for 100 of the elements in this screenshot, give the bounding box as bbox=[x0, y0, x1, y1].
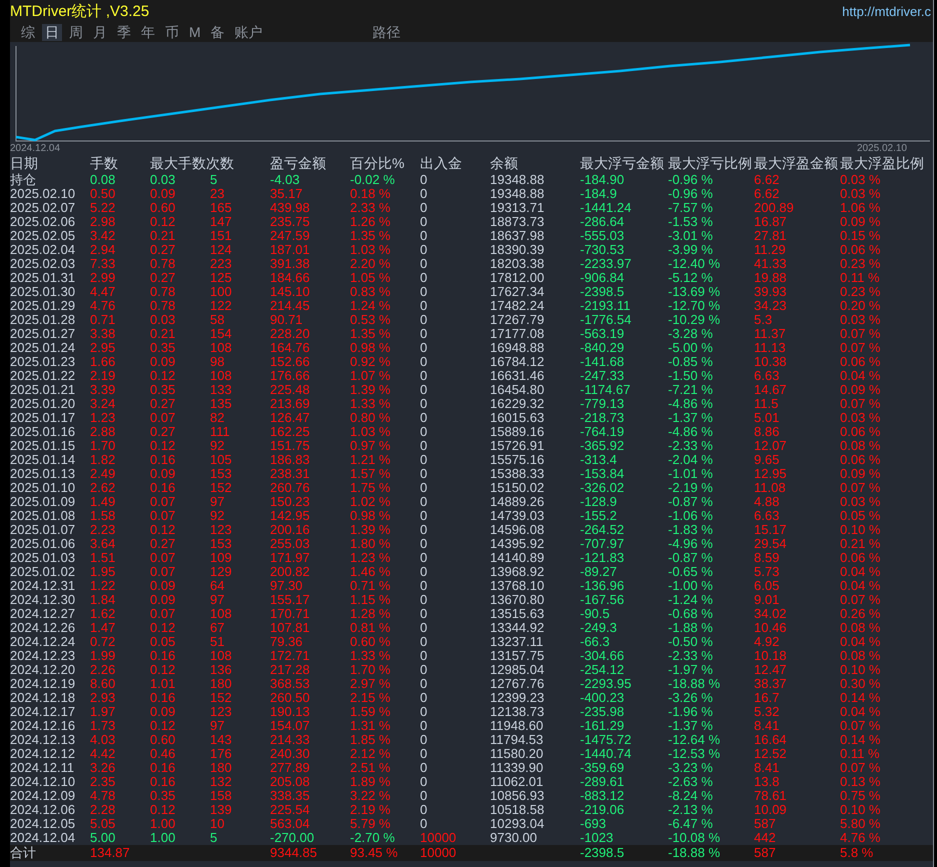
table-cell-text: 7.33 bbox=[90, 257, 116, 271]
table-cell-text: 4.03 bbox=[90, 733, 116, 747]
table-cell-text: -121.83 bbox=[580, 551, 626, 565]
table-cell-text: 154 bbox=[210, 327, 233, 341]
table-cell-text: 0.09 % bbox=[840, 383, 882, 397]
tab-button[interactable]: 日 bbox=[42, 24, 62, 40]
tab-button[interactable]: 月 bbox=[90, 24, 110, 40]
table-cell-text: 13344.92 bbox=[490, 621, 546, 635]
table-cell-text: 13237.11 bbox=[490, 635, 544, 649]
table-cell-text: 0.07 % bbox=[840, 397, 882, 411]
table-cell-text: 5.32 bbox=[754, 705, 780, 719]
table-cell-text: 0.71 bbox=[90, 313, 116, 327]
table-cell-text: 2.99 bbox=[90, 271, 116, 285]
table-cell-text: 13968.92 bbox=[490, 565, 546, 579]
table-cell-text: 82 bbox=[210, 411, 226, 425]
table-cell-text: 122 bbox=[210, 299, 233, 313]
table-cell-text: -128.9 bbox=[580, 495, 618, 509]
column-header: 最大浮亏金额 bbox=[580, 155, 665, 173]
table-cell-text: 247.59 bbox=[270, 229, 311, 243]
table-cell-text: 0.09 % bbox=[840, 467, 882, 481]
table-cell-text: 0 bbox=[420, 187, 428, 201]
table-cell-text: 0.10 % bbox=[840, 523, 882, 537]
table-cell-text: 0 bbox=[420, 789, 428, 803]
table-cell-text: 16.7 bbox=[754, 691, 780, 705]
table-cell-text: 1.73 bbox=[90, 719, 116, 733]
table-cell-text: 17177.08 bbox=[490, 327, 546, 341]
table-cell-text: -840.29 bbox=[580, 341, 626, 355]
table-cell-text: 0.10 % bbox=[840, 803, 882, 817]
table-cell-text: 1.06 % bbox=[840, 201, 882, 215]
table-cell-text: -313.4 bbox=[580, 453, 618, 467]
table-cell-text: 92 bbox=[210, 509, 226, 523]
table-cell-text: -730.53 bbox=[580, 243, 626, 257]
tab-button[interactable]: 路径 bbox=[370, 24, 404, 40]
table-cell-text: 1.85 % bbox=[350, 733, 392, 747]
table-cell-text: 0.07 bbox=[150, 495, 176, 509]
table-cell-text: 0.83 % bbox=[350, 285, 392, 299]
table-cell-text: 100 bbox=[210, 285, 233, 299]
table-cell-text: 0 bbox=[420, 271, 428, 285]
table-cell-text: 10518.58 bbox=[490, 803, 546, 817]
table-cell-text: 0.11 % bbox=[840, 747, 881, 761]
table-cell-text: 2024.12.13 bbox=[10, 733, 76, 747]
table-cell-text: 439.98 bbox=[270, 201, 311, 215]
table-cell-text: 5.3 bbox=[754, 313, 774, 327]
table-cell-text: -0.96 % bbox=[668, 187, 714, 201]
tab-button[interactable]: 备 bbox=[208, 24, 228, 40]
table-cell-text: 0.07 bbox=[150, 509, 176, 523]
tab-button[interactable]: 币 bbox=[162, 24, 182, 40]
table-cell-text: 132 bbox=[210, 775, 233, 789]
table-cell-text: 5.80 % bbox=[840, 817, 882, 831]
table-cell-text: 2.28 bbox=[90, 803, 116, 817]
table-cell-text: 2025.01.13 bbox=[10, 467, 76, 481]
table-cell-text: 0 bbox=[420, 509, 428, 523]
table-cell-text: 2025.01.08 bbox=[10, 509, 76, 523]
table-cell-text: 0 bbox=[420, 719, 428, 733]
table-cell-text: 1.75 % bbox=[350, 481, 392, 495]
table-cell-text: 0.09 % bbox=[840, 215, 882, 229]
table-cell-text: 1.02 % bbox=[350, 495, 392, 509]
table-cell-text: -13.69 % bbox=[668, 285, 722, 299]
tab-button[interactable]: 综 bbox=[18, 24, 38, 40]
table-cell-text: 38.37 bbox=[754, 677, 788, 691]
table-cell-text: -8.24 % bbox=[668, 789, 714, 803]
table-cell-text: -2.04 % bbox=[668, 453, 714, 467]
table-cell-text: -6.47 % bbox=[668, 817, 714, 831]
table-cell-text: 0.03 % bbox=[840, 313, 882, 327]
table-cell-text: 176 bbox=[210, 747, 233, 761]
table-cell-text: 0 bbox=[420, 201, 428, 215]
table-cell-text: -12.53 % bbox=[668, 747, 722, 761]
table-cell-text: 200.16 bbox=[270, 523, 311, 537]
table-cell-text: 151 bbox=[210, 229, 233, 243]
table-cell-text: 139 bbox=[210, 803, 233, 817]
table-cell-text: 0.04 % bbox=[840, 579, 882, 593]
tab-button[interactable]: 周 bbox=[66, 24, 86, 40]
table-cell-text: 10.18 bbox=[754, 649, 788, 663]
table-cell-text: 2.33 % bbox=[350, 201, 392, 215]
table-cell-text: 108 bbox=[210, 341, 233, 355]
table-cell-text: 124 bbox=[210, 243, 233, 257]
table-cell-text: -563.19 bbox=[580, 327, 626, 341]
tab-button[interactable]: 年 bbox=[138, 24, 158, 40]
table-cell-text: 260.76 bbox=[270, 481, 311, 495]
table-cell-text: 0 bbox=[420, 369, 428, 383]
table-cell-text: 0.08 % bbox=[840, 621, 882, 635]
table-cell-text: 0 bbox=[420, 453, 428, 467]
table-cell-text: 2025.01.15 bbox=[10, 439, 76, 453]
table-cell-text: 176.66 bbox=[270, 369, 311, 383]
table-cell-text: 2.51 % bbox=[350, 761, 392, 775]
table-cell-text: 111 bbox=[210, 425, 231, 439]
tab-button[interactable]: 账户 bbox=[232, 24, 266, 40]
tab-button[interactable]: 季 bbox=[114, 24, 134, 40]
table-cell-text: 1.15 % bbox=[350, 593, 392, 607]
table-cell-text: -1.88 % bbox=[668, 621, 714, 635]
tab-button[interactable]: M bbox=[186, 24, 204, 40]
table-cell-text: 142.95 bbox=[270, 509, 311, 523]
website-link[interactable]: http://mtdriver.c bbox=[842, 4, 931, 18]
column-header: 最大浮亏比例 bbox=[668, 155, 753, 173]
table-cell-text: 147 bbox=[210, 215, 233, 229]
table-cell-text: 98 bbox=[210, 355, 226, 369]
table-cell-text: 0.80 % bbox=[350, 411, 392, 425]
table-cell-text: 391.38 bbox=[270, 257, 311, 271]
table-cell-text: 155.17 bbox=[270, 593, 311, 607]
table-cell-text: 9.01 bbox=[754, 593, 780, 607]
